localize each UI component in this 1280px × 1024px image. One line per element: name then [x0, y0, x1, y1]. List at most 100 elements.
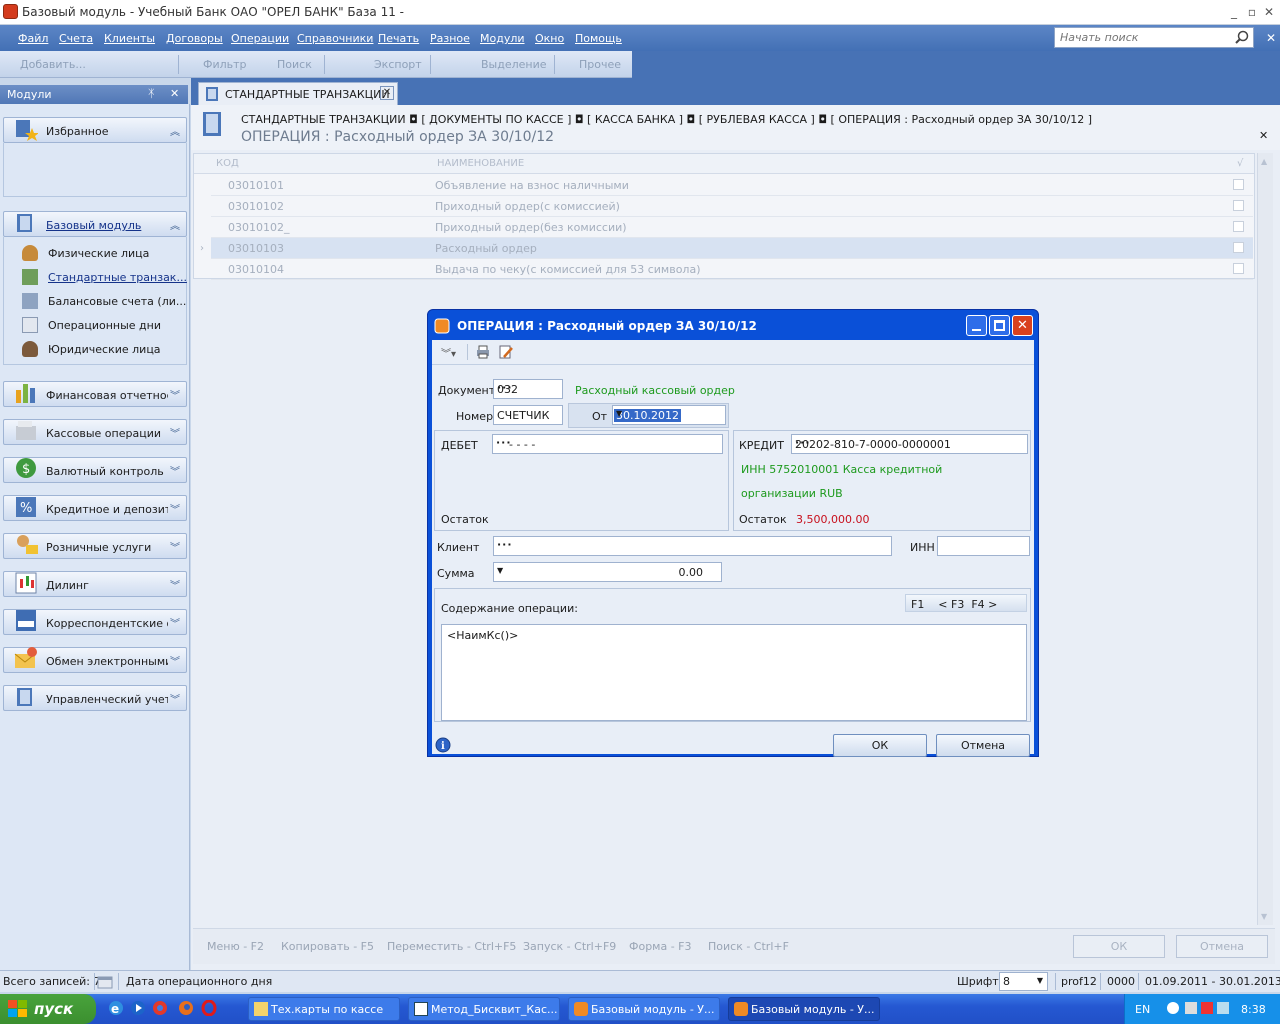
menu-contracts[interactable]: Договоры — [166, 32, 223, 45]
restore-icon[interactable]: ▫ — [1244, 4, 1260, 20]
module-base[interactable]: Базовый модуль ︽ — [3, 211, 187, 237]
sum-field[interactable]: 0.00 ▼ — [493, 562, 722, 582]
dropdown-arrow-icon[interactable]: ︾▾ — [441, 345, 456, 360]
collapse-icon[interactable]: ︽ — [170, 123, 180, 138]
vertical-scrollbar[interactable]: ▲ ▼ — [1257, 153, 1273, 925]
taskbar-item-base-module-1[interactable]: Базовый модуль - У... — [568, 997, 720, 1021]
number-field[interactable]: СЧЕТЧИК — [493, 405, 563, 425]
ellipsis-icon[interactable]: ··· — [795, 436, 1023, 449]
ellipsis-icon[interactable]: ··· — [496, 436, 718, 449]
client-field[interactable]: ··· — [493, 536, 892, 556]
taskbar-item-folder[interactable]: Тех.карты по кассе — [248, 997, 400, 1021]
font-size-select[interactable]: 8 ▼ — [999, 972, 1048, 991]
table-row[interactable]: 03010102_ Приходный ордер(без комиссии) — [211, 217, 1253, 238]
menu-modules[interactable]: Модули — [480, 32, 525, 45]
opera-icon[interactable] — [201, 1000, 217, 1016]
start-button[interactable]: пуск — [0, 994, 96, 1024]
table-row[interactable]: 03010104 Выдача по чеку(с комиссией для 5… — [211, 259, 1253, 280]
module-retail[interactable]: Розничные услуги ︾ — [3, 533, 187, 559]
search-input[interactable] — [1055, 28, 1230, 47]
menu-accounts[interactable]: Счета — [59, 32, 93, 45]
module-credit[interactable]: % Кредитное и депозитное︾ — [3, 495, 187, 521]
row-checkbox[interactable] — [1233, 179, 1244, 190]
hotkey-buttons[interactable]: F1 < F3 F4 > — [905, 594, 1027, 612]
table-row[interactable]: 03010101 Объявление на взнос наличными — [211, 175, 1253, 196]
menu-f2[interactable]: Меню - F2 — [207, 940, 264, 953]
tab-standard-transactions[interactable]: СТАНДАРТНЫЕ ТРАНЗАКЦИИ ✕ — [198, 82, 398, 105]
menu-help[interactable]: Помощь — [575, 32, 622, 45]
print-icon[interactable] — [476, 345, 490, 359]
network-icon[interactable] — [1217, 1002, 1229, 1014]
menu-window[interactable]: Окно — [535, 32, 564, 45]
menu-clients[interactable]: Клиенты — [104, 32, 155, 45]
cancel-button-disabled[interactable]: Отмена — [1176, 935, 1268, 958]
select-button[interactable]: Выделение — [481, 58, 547, 71]
sidebar-item-op-days[interactable]: Операционные дни — [48, 319, 161, 332]
credit-account-field[interactable]: 20202-810-7-0000-0000001 ··· — [791, 434, 1028, 454]
run-ctrl-f9[interactable]: Запуск - Ctrl+F9 — [523, 940, 616, 953]
firefox-icon[interactable] — [178, 1000, 194, 1016]
form-f3[interactable]: Форма - F3 — [629, 940, 692, 953]
minimize-icon[interactable]: _ — [1226, 4, 1242, 20]
chrome-icon[interactable] — [152, 1000, 168, 1016]
menu-misc[interactable]: Разное — [430, 32, 470, 45]
ok-button-disabled[interactable]: ОК — [1073, 935, 1165, 958]
sidebar-item-legal-entities[interactable]: Юридические лица — [48, 343, 161, 356]
row-checkbox[interactable] — [1233, 242, 1244, 253]
sidebar-item-individuals[interactable]: Физические лица — [48, 247, 149, 260]
row-checkbox[interactable] — [1233, 200, 1244, 211]
date-field[interactable]: 30.10.2012 ▼ — [612, 405, 726, 425]
dialog-maximize-icon[interactable] — [989, 315, 1010, 336]
sidebar-item-balance-accounts[interactable]: Балансовые счета (ли... — [48, 295, 186, 308]
dropdown-arrow-icon[interactable]: ▼ — [497, 566, 716, 575]
content-textarea[interactable]: <НаимКс()> — [441, 624, 1027, 721]
taskbar-item-base-module-2[interactable]: Базовый модуль - У... — [728, 997, 880, 1021]
table-row[interactable]: 03010102 Приходный ордер(с комиссией) — [211, 196, 1253, 217]
close-tab-icon[interactable]: ✕ — [380, 86, 394, 100]
tray-icon[interactable] — [1185, 1002, 1197, 1014]
taskbar-item-word[interactable]: Метод_Бисквит_Кас... — [408, 997, 560, 1021]
module-currency[interactable]: $ Валютный контроль ︾ — [3, 457, 187, 483]
module-management[interactable]: Управленческий учет ︾ — [3, 685, 187, 711]
expand-icon[interactable]: ︾ — [170, 463, 180, 478]
debit-account-field[interactable]: - - - - ··· — [492, 434, 723, 454]
dialog-ok-button[interactable]: ОК — [833, 734, 927, 757]
expand-icon[interactable]: ︾ — [170, 425, 180, 440]
module-favorites[interactable]: Избранное ︽ — [3, 117, 187, 143]
other-button[interactable]: Прочее — [579, 58, 621, 71]
menu-references[interactable]: Справочники — [297, 32, 373, 45]
dropdown-arrow-icon[interactable]: ▼ — [1037, 976, 1043, 985]
move-ctrl-f5[interactable]: Переместить - Ctrl+F5 — [387, 940, 516, 953]
row-checkbox[interactable] — [1233, 221, 1244, 232]
add-button[interactable]: Добавить... — [20, 58, 86, 71]
edit-icon[interactable] — [498, 344, 514, 360]
dropdown-arrow-icon[interactable]: ▼ — [616, 409, 720, 418]
close-doc-icon[interactable]: ✕ — [1266, 31, 1276, 45]
module-finance[interactable]: Финансовая отчетность︾ — [3, 381, 187, 407]
dialog-minimize-icon[interactable] — [966, 315, 987, 336]
menu-file[interactable]: Файл — [18, 32, 48, 45]
info-icon[interactable]: i — [435, 737, 451, 753]
search-button[interactable]: Поиск — [277, 58, 312, 71]
row-checkbox[interactable] — [1233, 263, 1244, 274]
expand-icon[interactable]: ︾ — [170, 539, 180, 554]
collapse-icon[interactable]: ︽ — [170, 217, 180, 232]
search-ctrl-f[interactable]: Поиск - Ctrl+F — [708, 940, 789, 953]
ie-icon[interactable]: e — [108, 1000, 124, 1016]
ellipsis-icon[interactable]: ··· — [497, 538, 887, 551]
media-player-icon[interactable] — [130, 1000, 146, 1016]
document-field[interactable]: 032 ··· — [493, 379, 563, 399]
module-cash[interactable]: Кассовые операции ︾ — [3, 419, 187, 445]
calendar-icon[interactable] — [97, 974, 113, 990]
dialog-cancel-button[interactable]: Отмена — [936, 734, 1030, 757]
close-icon[interactable]: ✕ — [1259, 129, 1268, 142]
copy-f5[interactable]: Копировать - F5 — [281, 940, 374, 953]
expand-icon[interactable]: ︾ — [170, 691, 180, 706]
language-indicator[interactable]: EN — [1135, 1003, 1150, 1016]
search-icon[interactable] — [1235, 30, 1249, 44]
dialog-close-icon[interactable]: ✕ — [1012, 315, 1033, 336]
menu-print[interactable]: Печать — [378, 32, 419, 45]
filter-button[interactable]: Фильтр — [203, 58, 247, 71]
tray-icon[interactable] — [1167, 1002, 1179, 1014]
expand-icon[interactable]: ︾ — [170, 615, 180, 630]
